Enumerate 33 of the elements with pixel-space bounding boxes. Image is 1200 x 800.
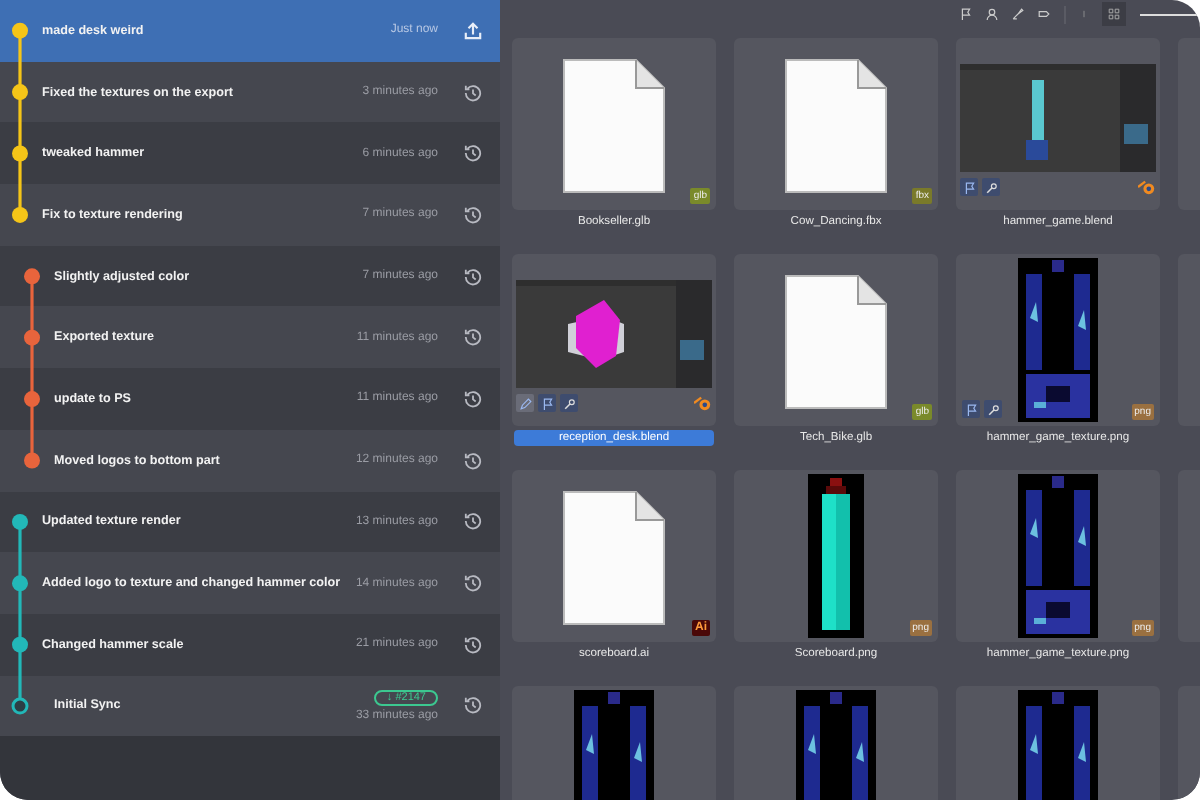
document-icon: [562, 490, 666, 626]
wrench-button[interactable]: [560, 394, 578, 412]
history-icon[interactable]: [464, 83, 482, 102]
document-icon: [562, 58, 666, 194]
history-icon[interactable]: [464, 328, 482, 347]
user-icon[interactable]: [986, 8, 998, 20]
history-icon[interactable]: [464, 205, 482, 224]
flag-button[interactable]: [960, 178, 978, 196]
grid-icon: [1108, 8, 1120, 20]
wrench-button[interactable]: [984, 400, 1002, 418]
history-icon[interactable]: [464, 512, 482, 531]
history-icon[interactable]: [464, 389, 482, 408]
document-icon: [784, 58, 888, 194]
history-icon[interactable]: [464, 696, 482, 715]
wrench-button[interactable]: [982, 178, 1000, 196]
history-icon[interactable]: [464, 451, 482, 470]
ring-logo-icon: [1138, 178, 1156, 196]
history-icon[interactable]: [464, 144, 482, 163]
history-icon[interactable]: [464, 574, 482, 593]
document-icon: [784, 274, 888, 410]
history-icon[interactable]: [464, 635, 482, 654]
grid-view-button[interactable]: [1102, 2, 1126, 26]
ring-logo-icon: [694, 394, 712, 412]
file-card[interactable]: [512, 254, 716, 426]
flag-button[interactable]: [962, 400, 980, 418]
history-icon[interactable]: [464, 267, 482, 286]
flag-button[interactable]: [538, 394, 556, 412]
file-card[interactable]: [956, 38, 1160, 210]
flag-icon[interactable]: [960, 8, 972, 20]
tag-icon[interactable]: [1038, 8, 1050, 20]
upload-icon[interactable]: [464, 21, 482, 40]
brush-icon[interactable]: [1012, 8, 1024, 20]
pencil-button[interactable]: [516, 394, 534, 412]
